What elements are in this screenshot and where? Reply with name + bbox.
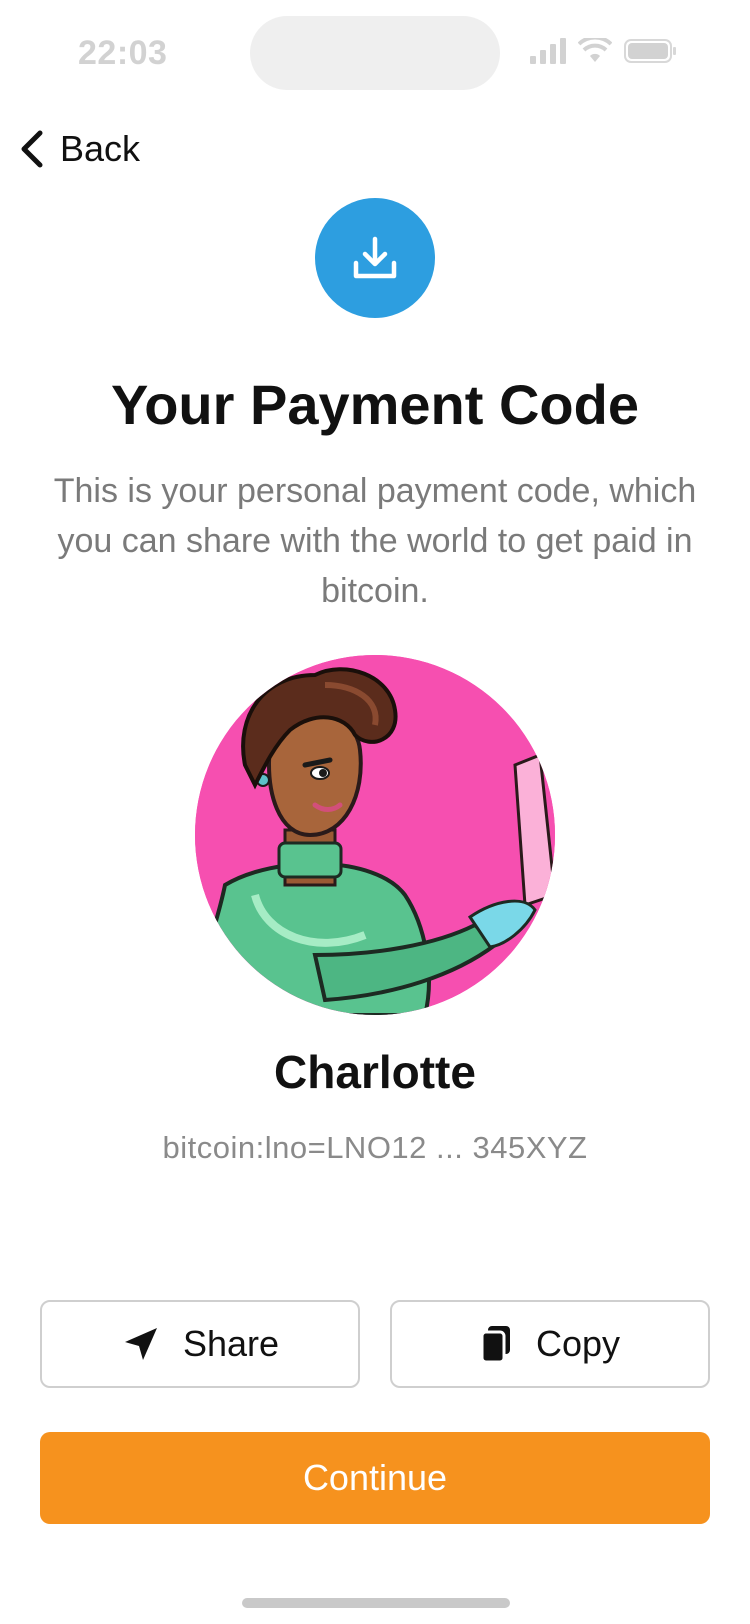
wifi-icon — [578, 38, 612, 62]
copy-label: Copy — [535, 1323, 621, 1364]
page-subtitle: This is your personal payment code, whic… — [53, 472, 697, 610]
dynamic-island — [250, 16, 500, 90]
download-icon-badge — [315, 198, 435, 318]
copy-button[interactable]: Copy — [390, 1300, 710, 1388]
battery-icon — [624, 39, 676, 63]
home-indicator — [242, 1598, 510, 1608]
status-bar: 22:03 — [0, 0, 750, 110]
page-title: Your Payment Code — [111, 373, 639, 436]
continue-label: Continue — [302, 1457, 448, 1498]
back-button[interactable]: Back — [18, 128, 140, 170]
back-label: Back — [60, 128, 141, 169]
download-icon — [353, 236, 397, 279]
copy-icon — [480, 1326, 510, 1364]
status-icons — [530, 38, 678, 64]
send-icon — [124, 1328, 157, 1360]
signal-icon — [530, 38, 566, 64]
status-time: 22:03 — [78, 34, 168, 72]
continue-button[interactable]: Continue — [40, 1432, 710, 1524]
avatar — [195, 655, 555, 1015]
avatar-illustration — [195, 655, 555, 1015]
profile-name: Charlotte — [274, 1046, 476, 1098]
share-button[interactable]: Share — [40, 1300, 360, 1388]
share-label: Share — [182, 1323, 280, 1364]
payment-code: bitcoin:lno=LNO12 ... 345XYZ — [162, 1130, 588, 1165]
chevron-left-icon — [21, 130, 43, 168]
